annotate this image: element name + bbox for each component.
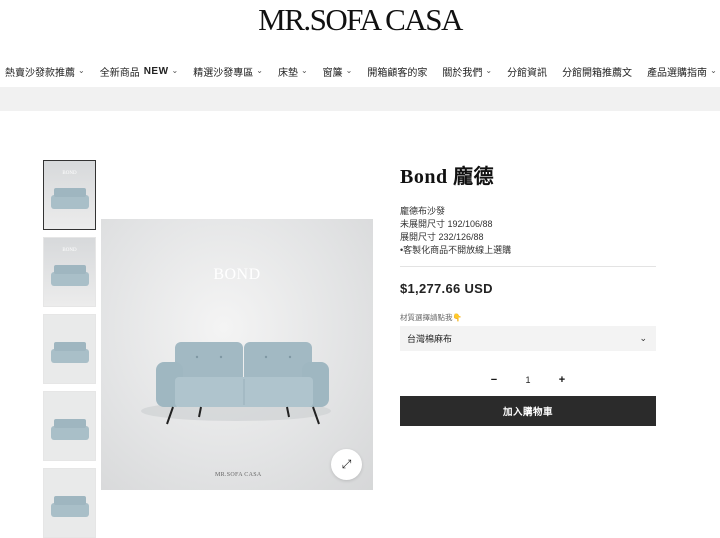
main-nav: 熱賣沙發款推薦 ⌄ 全新商品 NEW ⌄ 精選沙發專區 ⌄ 床墊 ⌄ 窗簾 ⌄ 開箱顧客的家… <box>0 60 720 82</box>
nav-item-buying-guide[interactable]: 產品選購指南 ⌄ <box>647 64 717 79</box>
thumbnail-brand-mark: BOND <box>62 171 77 176</box>
quantity-decrease-button[interactable]: − <box>477 374 511 386</box>
nav-item-label: 全新商品 <box>99 67 140 79</box>
nav-item-bestsellers[interactable]: 熱賣沙發款推薦 ⌄ <box>5 64 85 79</box>
nav-item-branch-articles[interactable]: 分館開箱推薦文 <box>562 64 632 79</box>
sofa-image <box>51 342 89 363</box>
description-line: 龐德布沙發 <box>400 206 446 216</box>
thumbnail-3[interactable] <box>43 314 96 384</box>
nav-item-label: 熱賣沙發款推薦 <box>5 67 75 79</box>
nav-item-label: 分館資訊 <box>507 67 548 79</box>
material-select[interactable]: 台灣棉麻布 ⌄ <box>400 326 656 351</box>
thumbnail-list: BOND BOND <box>43 160 97 538</box>
nav-item-new-products[interactable]: 全新商品 NEW ⌄ <box>100 64 179 79</box>
chevron-down-icon: ⌄ <box>710 65 717 75</box>
quantity-increase-button[interactable]: + <box>545 374 579 386</box>
announcement-band <box>0 87 720 111</box>
product-info: Bond 龐德 龐德布沙發 未展開尺寸 192/106/88 展開尺寸 232/… <box>400 160 656 426</box>
sofa-image <box>51 265 89 286</box>
image-footer-brand: MR.SOFA CASA <box>215 472 262 478</box>
nav-item-mattress[interactable]: 床墊 ⌄ <box>278 64 308 79</box>
description-line: •客製化商品不開放線上選購 <box>400 245 512 255</box>
sofa-image <box>51 496 89 517</box>
site-logo[interactable]: MR.SOFA CASA <box>0 3 720 37</box>
chevron-down-icon: ⌄ <box>171 65 179 75</box>
chevron-down-icon: ⌄ <box>345 65 353 75</box>
nav-item-label: 關於我們 <box>442 67 483 79</box>
description-line: 展開尺寸 232/126/88 <box>400 232 484 242</box>
material-select-value: 台灣棉麻布 <box>407 334 453 344</box>
new-badge: NEW <box>143 65 169 77</box>
thumbnail-1[interactable]: BOND <box>43 160 96 230</box>
sofa-image <box>51 188 89 209</box>
thumbnail-2[interactable]: BOND <box>43 237 96 307</box>
main-product-image[interactable]: BOND MR.SOFA CASA ⤢ <box>101 219 373 490</box>
sofa-image <box>51 419 89 440</box>
nav-item-label: 窗簾 <box>322 67 343 79</box>
description-line: 未展開尺寸 192/106/88 <box>400 219 493 229</box>
chevron-down-icon: ⌄ <box>300 65 308 75</box>
zoom-button[interactable]: ⤢ <box>331 449 362 480</box>
product-description: 龐德布沙發 未展開尺寸 192/106/88 展開尺寸 232/126/88 •… <box>400 205 656 257</box>
material-option-label: 材質選擇請點我👇 <box>400 313 462 322</box>
nav-item-label: 床墊 <box>277 67 298 79</box>
chevron-down-icon: ⌄ <box>639 333 647 343</box>
quantity-value[interactable]: 1 <box>511 375 545 385</box>
add-to-cart-button[interactable]: 加入購物車 <box>400 396 656 426</box>
nav-item-label: 產品選購指南 <box>647 67 708 79</box>
nav-item-label: 開箱顧客的家 <box>367 67 428 79</box>
nav-item-curtains[interactable]: 窗簾 ⌄ <box>323 64 353 79</box>
nav-item-label: 分館開箱推薦文 <box>562 67 633 79</box>
thumbnail-4[interactable] <box>43 391 96 461</box>
nav-item-customer-homes[interactable]: 開箱顧客的家 <box>367 64 427 79</box>
chevron-down-icon: ⌄ <box>78 65 85 75</box>
chevron-down-icon: ⌄ <box>485 65 493 75</box>
chevron-down-icon: ⌄ <box>256 65 263 75</box>
nav-item-featured-sofas[interactable]: 精選沙發專區 ⌄ <box>193 64 263 79</box>
thumbnail-brand-mark: BOND <box>62 248 77 253</box>
expand-icon: ⤢ <box>341 457 352 471</box>
sofa-illustration <box>141 342 331 425</box>
nav-item-about[interactable]: 關於我們 ⌄ <box>442 64 492 79</box>
product-title: Bond 龐德 <box>400 166 495 188</box>
nav-item-branches[interactable]: 分館資訊 <box>507 64 547 79</box>
product-price: $1,277.66 USD <box>400 281 493 296</box>
divider <box>400 266 656 267</box>
thumbnail-5[interactable] <box>43 468 96 538</box>
quantity-stepper: − 1 + <box>400 374 656 386</box>
nav-item-label: 精選沙發專區 <box>193 67 254 79</box>
